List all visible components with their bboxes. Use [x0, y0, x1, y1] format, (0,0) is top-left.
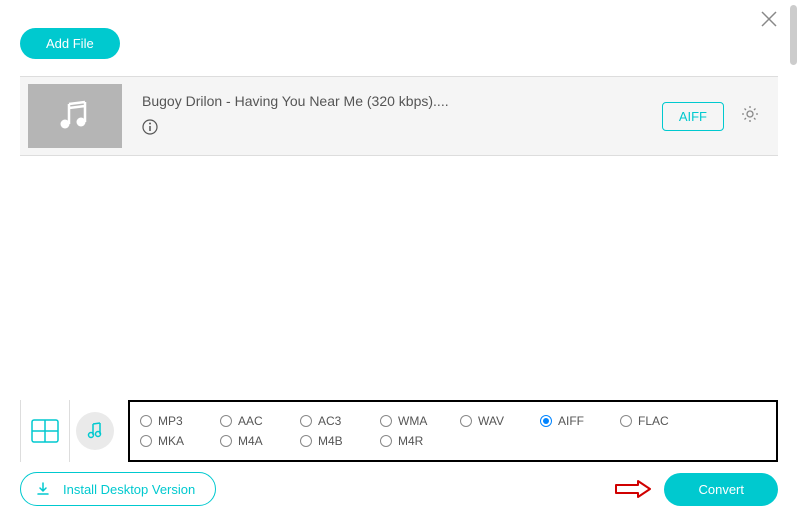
formats-box: MP3 AAC AC3 WMA WAV AIFF FLAC MKA M4A M4B M4R: [128, 400, 778, 462]
file-item: Bugoy Drilon - Having You Near Me (320 k…: [20, 76, 778, 156]
format-label: MKA: [158, 434, 184, 448]
download-icon: [35, 481, 51, 497]
radio-circle-icon: [380, 435, 392, 447]
radio-circle-icon: [140, 435, 152, 447]
add-file-button[interactable]: Add File: [20, 28, 120, 59]
format-radio-flac[interactable]: FLAC: [620, 411, 700, 431]
gear-icon[interactable]: [740, 104, 760, 129]
format-radio-aiff[interactable]: AIFF: [540, 411, 620, 431]
format-radio-m4b[interactable]: M4B: [300, 431, 380, 451]
bottom-bar: Install Desktop Version Convert: [20, 472, 778, 506]
radio-circle-icon: [140, 415, 152, 427]
format-bar: MP3 AAC AC3 WMA WAV AIFF FLAC MKA M4A M4B M4R: [20, 400, 778, 462]
radio-circle-icon: [300, 415, 312, 427]
format-radio-mka[interactable]: MKA: [140, 431, 220, 451]
file-title: Bugoy Drilon - Having You Near Me (320 k…: [142, 93, 662, 109]
format-label: M4R: [398, 434, 423, 448]
format-radio-mp3[interactable]: MP3: [140, 411, 220, 431]
music-note-icon: [55, 96, 95, 136]
format-badge[interactable]: AIFF: [662, 102, 724, 131]
radio-circle-icon: [380, 415, 392, 427]
radio-circle-icon: [620, 415, 632, 427]
format-radio-m4r[interactable]: M4R: [380, 431, 460, 451]
format-radio-wav[interactable]: WAV: [460, 411, 540, 431]
install-desktop-button[interactable]: Install Desktop Version: [20, 472, 216, 506]
install-label: Install Desktop Version: [63, 482, 195, 497]
info-icon[interactable]: [142, 119, 662, 140]
radio-circle-icon: [300, 435, 312, 447]
format-radio-aac[interactable]: AAC: [220, 411, 300, 431]
format-radio-m4a[interactable]: M4A: [220, 431, 300, 451]
format-label: AAC: [238, 414, 263, 428]
convert-button[interactable]: Convert: [664, 473, 778, 506]
format-radio-ac3[interactable]: AC3: [300, 411, 380, 431]
format-label: MP3: [158, 414, 183, 428]
format-label: M4B: [318, 434, 343, 448]
radio-circle-icon: [220, 435, 232, 447]
format-label: WAV: [478, 414, 504, 428]
radio-circle-icon: [460, 415, 472, 427]
format-label: M4A: [238, 434, 263, 448]
close-icon[interactable]: [760, 10, 778, 32]
radio-circle-icon: [540, 415, 552, 427]
format-radio-wma[interactable]: WMA: [380, 411, 460, 431]
format-label: FLAC: [638, 414, 669, 428]
video-tab[interactable]: [20, 400, 70, 462]
format-label: AIFF: [558, 414, 584, 428]
audio-tab[interactable]: [70, 400, 120, 462]
scrollbar[interactable]: [790, 5, 797, 65]
audio-thumbnail: [28, 84, 122, 148]
film-icon: [31, 419, 59, 443]
radio-circle-icon: [220, 415, 232, 427]
music-icon: [85, 421, 105, 441]
arrow-annotation-icon: [614, 480, 652, 498]
format-label: AC3: [318, 414, 341, 428]
format-label: WMA: [398, 414, 427, 428]
